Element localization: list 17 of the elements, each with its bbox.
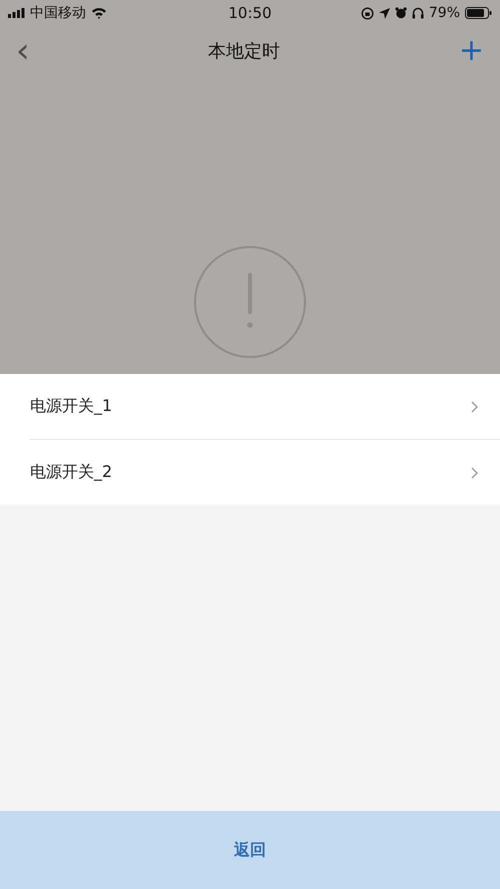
warning-icon	[193, 245, 307, 359]
carrier: 中国移动	[30, 4, 86, 22]
rotation-lock-icon	[360, 6, 374, 20]
alarm-icon	[394, 7, 407, 19]
back-button[interactable]: ‹	[12, 34, 34, 68]
page-title: 本地定时	[208, 40, 280, 63]
battery-percent: 79%	[428, 5, 460, 21]
return-button[interactable]: 返回	[0, 811, 500, 889]
chevron-right-icon	[471, 466, 478, 478]
headphones-icon	[412, 7, 424, 19]
chevron-right-icon	[471, 400, 478, 412]
wifi-icon	[91, 7, 107, 19]
location-icon	[378, 8, 390, 18]
battery-icon	[465, 7, 492, 19]
add-button[interactable]: +	[454, 36, 488, 66]
signal-icon	[8, 8, 25, 18]
clock: 10:50	[228, 4, 272, 22]
